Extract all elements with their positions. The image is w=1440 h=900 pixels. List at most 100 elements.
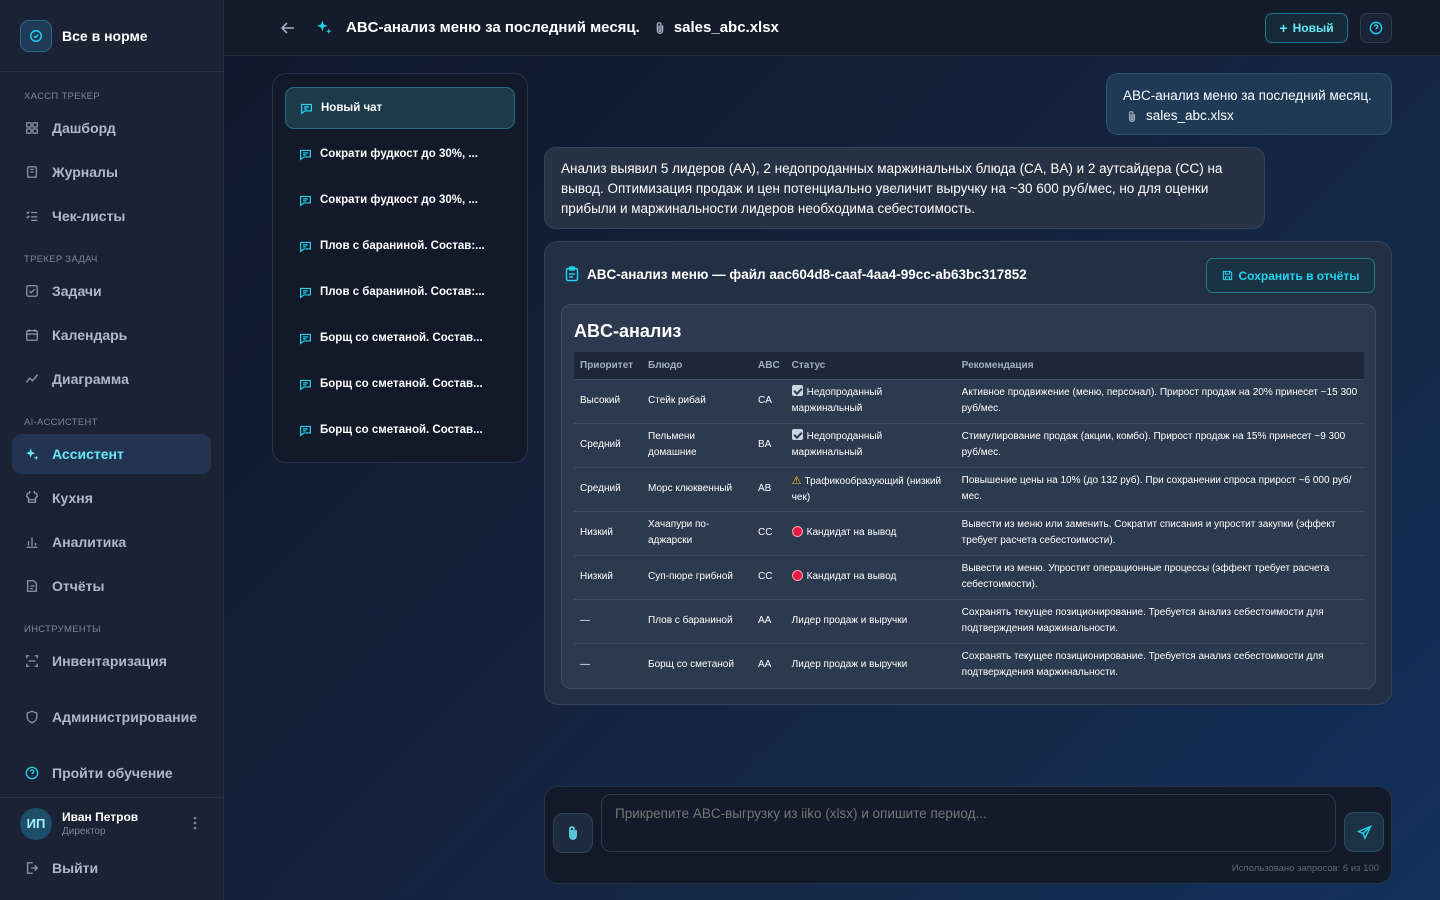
chat-history-panel: Новый чат Сократи фудкост до 30%, ... Со…	[272, 73, 528, 463]
message-composer: Использовано запросов: 6 из 100	[544, 786, 1392, 884]
table-title: ABC-анализ	[574, 321, 682, 341]
save-to-reports-button[interactable]: Сохранить в отчёты	[1206, 258, 1375, 293]
message-icon	[299, 148, 312, 161]
sidebar-item-admin[interactable]: Администрирование	[12, 697, 211, 737]
sidebar-item-calendar[interactable]: Календарь	[12, 315, 211, 355]
sidebar-item-tutorial[interactable]: Пройти обучение	[12, 753, 211, 793]
back-arrow-icon[interactable]	[280, 20, 296, 36]
cell-recommendation: Сохранять текущее позиционирование. Треб…	[955, 642, 1364, 687]
sidebar-item-label: Пройти обучение	[52, 765, 173, 781]
chat-item[interactable]: Борщ со сметаной. Состав...	[285, 409, 515, 451]
abc-table: Приоритет Блюдо ABC Статус Рекомендация …	[574, 352, 1364, 687]
chat-item-label: Сократи фудкост до 30%, ...	[320, 194, 478, 206]
chat-item[interactable]: Борщ со сметаной. Состав...	[285, 317, 515, 359]
cell-dish: Стейк рибай	[642, 378, 752, 423]
checkbox-icon	[791, 429, 803, 440]
report-icon	[24, 578, 40, 594]
help-button[interactable]	[1360, 13, 1392, 43]
sidebar-item-label: Отчёты	[52, 578, 105, 594]
cell-status: Кандидат на вывод	[785, 554, 956, 599]
status-text: Недопроданный маржинальный	[791, 431, 883, 458]
cell-recommendation: Повышение цены на 10% (до 132 руб). При …	[955, 466, 1364, 511]
sidebar-item-analytics[interactable]: Аналитика	[12, 522, 211, 562]
cell-status: Кандидат на вывод	[785, 510, 956, 555]
brand[interactable]: Все в норме	[0, 0, 223, 72]
sidebar-item-label: Задачи	[52, 283, 102, 299]
table-row: Высокий Стейк рибай CA Недопроданный мар…	[574, 378, 1364, 423]
save-icon	[1222, 270, 1233, 281]
section-title-haccp: ХАССП ТРЕКЕР	[24, 91, 100, 102]
sparkle-icon	[316, 19, 333, 36]
sidebar-item-label: Ассистент	[52, 446, 124, 462]
cell-dish: Плов с бараниной	[642, 598, 752, 643]
message-icon	[299, 332, 312, 345]
sidebar-item-tasks[interactable]: Задачи	[12, 271, 211, 311]
new-chat-button[interactable]: + Новый	[1265, 13, 1348, 43]
send-button[interactable]	[1344, 812, 1384, 852]
cell-abc: CC	[752, 554, 786, 599]
paperclip-icon	[1127, 110, 1137, 123]
table-row: Средний Морс клюквенный AB ⚠ Трафикообраз…	[574, 466, 1364, 511]
cell-recommendation: Сохранять текущее позиционирование. Треб…	[955, 598, 1364, 643]
cell-priority: Средний	[574, 466, 642, 511]
chat-item[interactable]: Сократи фудкост до 30%, ...	[285, 133, 515, 175]
cell-recommendation: Вывести из меню или заменить. Сократит с…	[955, 510, 1364, 555]
brand-title: Все в норме	[62, 27, 148, 44]
chat-item[interactable]: Сократи фудкост до 30%, ...	[285, 179, 515, 221]
cell-status: ⚠ Трафикообразующий (низкий чек)	[785, 466, 956, 511]
calendar-icon	[24, 327, 40, 343]
message-icon	[300, 102, 313, 115]
cell-status: Недопроданный маржинальный	[785, 422, 956, 467]
chat-item[interactable]: Плов с бараниной. Состав:...	[285, 225, 515, 267]
cell-recommendation: Стимулирование продаж (акции, комбо). Пр…	[955, 422, 1364, 467]
sidebar-item-chart[interactable]: Диаграмма	[12, 359, 211, 399]
sparkle-icon	[24, 446, 40, 462]
sidebar-item-checklists[interactable]: Чек-листы	[12, 196, 211, 236]
user-profile[interactable]: ИП Иван Петров Директор	[0, 797, 224, 849]
scan-icon	[24, 653, 40, 669]
cell-abc: BA	[752, 422, 786, 467]
sidebar-item-assistant[interactable]: Ассистент	[12, 434, 211, 474]
logout-button[interactable]: Выйти	[12, 848, 211, 888]
chat-item[interactable]: Борщ со сметаной. Состав...	[285, 363, 515, 405]
checkbox-icon	[791, 385, 803, 396]
chat-item-new[interactable]: Новый чат	[285, 87, 515, 129]
chef-hat-icon	[24, 490, 40, 506]
page-title: ABC-анализ меню за последний месяц. sale…	[346, 19, 779, 36]
checklist-icon	[24, 208, 40, 224]
sidebar-item-kitchen[interactable]: Кухня	[12, 478, 211, 518]
cell-abc: AA	[752, 642, 786, 687]
cell-dish: Суп-пюре грибной	[642, 554, 752, 599]
avatar: ИП	[20, 807, 52, 840]
section-title-ai: AI-АССИСТЕНТ	[24, 417, 98, 428]
sidebar-item-journals[interactable]: Журналы	[12, 152, 211, 192]
usage-counter: Использовано запросов: 6 из 100	[1231, 863, 1379, 874]
chat-item[interactable]: Плов с бараниной. Состав:...	[285, 271, 515, 313]
sidebar-item-reports[interactable]: Отчёты	[12, 566, 211, 606]
report-title: ABC-анализ меню — файл aac604d8-caaf-4aa…	[565, 266, 1027, 282]
sidebar-item-dashboard[interactable]: Дашборд	[12, 108, 211, 148]
sidebar-item-inventory[interactable]: Инвентаризация	[12, 641, 211, 681]
cell-dish: Хачапури по-аджарски	[642, 510, 752, 555]
sidebar-item-label: Аналитика	[52, 534, 127, 550]
bar-chart-icon	[24, 534, 40, 550]
cell-priority: Высокий	[574, 378, 642, 423]
chat-item-label: Борщ со сметаной. Состав...	[320, 332, 483, 344]
book-icon	[24, 164, 40, 180]
cell-priority: —	[574, 598, 642, 643]
chat-item-label: Плов с бараниной. Состав:...	[320, 286, 485, 298]
sidebar-item-label: Инвентаризация	[52, 653, 167, 669]
report-title-text: ABC-анализ меню — файл aac604d8-caaf-4aa…	[587, 266, 1027, 282]
cell-status: Лидер продаж и выручки	[785, 598, 956, 643]
attach-file-button[interactable]	[553, 813, 593, 853]
message-input[interactable]	[601, 794, 1336, 852]
report-card: ABC-анализ меню — файл aac604d8-caaf-4aa…	[544, 241, 1392, 705]
column-header: Статус	[785, 352, 956, 379]
send-icon	[1356, 824, 1372, 840]
sidebar-item-label: Журналы	[52, 164, 118, 180]
more-vertical-icon[interactable]	[188, 815, 202, 831]
page-title-file: sales_abc.xlsx	[673, 19, 779, 36]
table-row: — Плов с бараниной AA Лидер продаж и выр…	[574, 598, 1364, 643]
assistant-message: Анализ выявил 5 лидеров (AA), 2 недопрод…	[544, 147, 1265, 229]
table-row: Низкий Суп-пюре грибной CC Кандидат на в…	[574, 554, 1364, 599]
